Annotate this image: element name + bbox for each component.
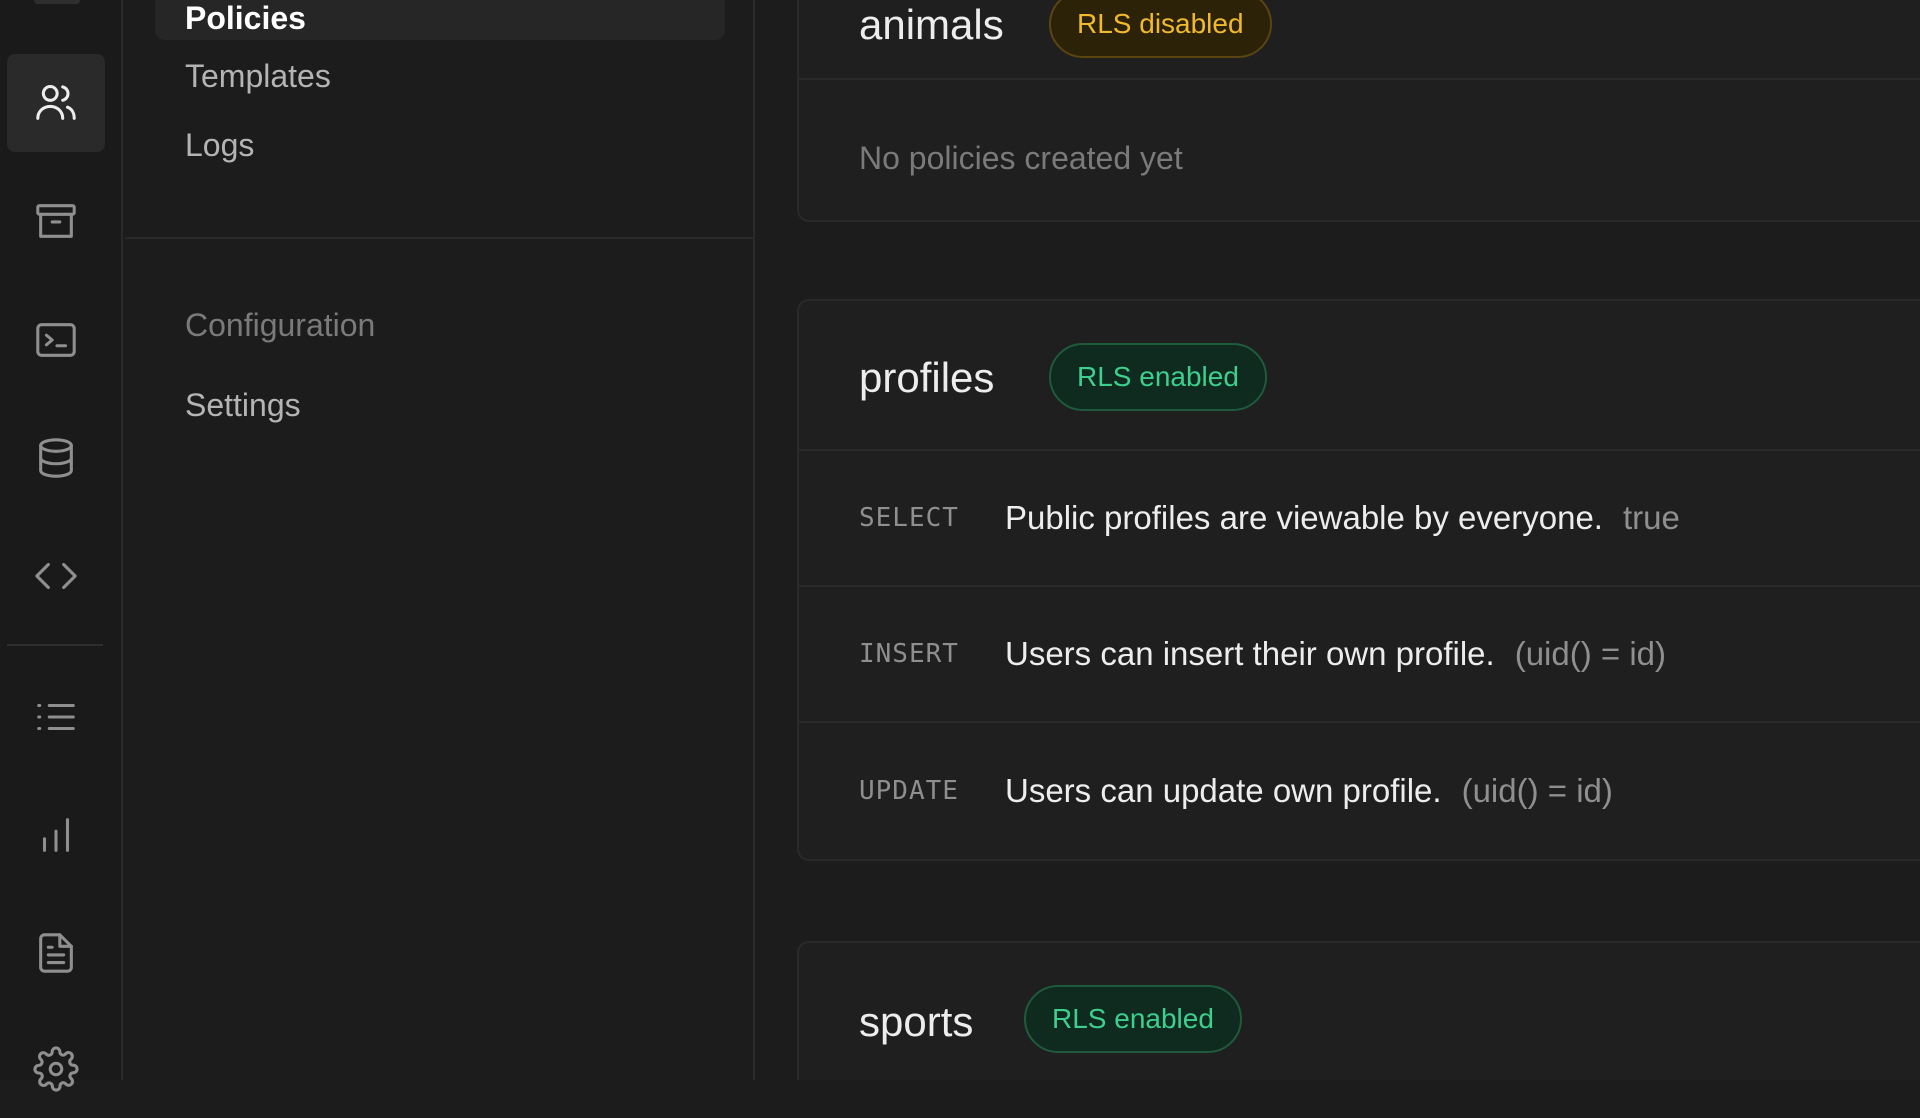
rail-storage-button[interactable]	[7, 172, 105, 270]
policy-definition: (uid() = id)	[1461, 772, 1613, 809]
menu-item-logs[interactable]: Logs	[155, 125, 725, 165]
menu-item-policies[interactable]: Policies	[155, 0, 725, 40]
menu-item-label: Logs	[185, 127, 255, 163]
policy-definition: (uid() = id)	[1514, 635, 1666, 672]
rail-docs-button[interactable]	[7, 904, 105, 1002]
icon-rail	[0, 0, 123, 1092]
document-icon	[39, 933, 73, 973]
terminal-icon	[36, 323, 76, 357]
rls-status-badge: RLS disabled	[1049, 0, 1272, 58]
archive-icon	[36, 204, 76, 238]
empty-policies-note: No policies created yet	[859, 140, 1183, 176]
table-card-profiles: profiles RLS enabled SELECT Public profi…	[797, 299, 1920, 861]
table-card-sports: sports RLS enabled	[797, 941, 1920, 1080]
table-card-header: animals RLS disabled	[799, 0, 1920, 80]
list-icon	[37, 703, 75, 731]
rail-api-button[interactable]	[7, 527, 105, 625]
menu-divider	[125, 237, 755, 239]
table-card-header: sports RLS enabled	[799, 943, 1920, 1080]
policy-row[interactable]: INSERT Users can insert their own profil…	[799, 587, 1920, 723]
code-icon	[35, 562, 77, 590]
rls-status-badge: RLS enabled	[1049, 343, 1267, 411]
rail-settings-button[interactable]	[7, 1020, 105, 1118]
policy-row[interactable]: UPDATE Users can update own profile. (ui…	[799, 723, 1920, 859]
rail-sql-editor-button[interactable]	[7, 291, 105, 389]
menu-item-label: Settings	[185, 387, 301, 423]
rail-reports-button[interactable]	[7, 786, 105, 884]
rail-database-button[interactable]	[7, 409, 105, 507]
table-name: profiles	[859, 354, 995, 401]
policies-main: animals RLS disabled No policies created…	[757, 0, 1920, 1080]
policy-command: SELECT	[859, 503, 959, 533]
policy-definition: true	[1622, 499, 1680, 536]
table-card-header: profiles RLS enabled	[799, 301, 1920, 451]
database-icon	[39, 438, 73, 478]
policy-row[interactable]: SELECT Public profiles are viewable by e…	[799, 451, 1920, 587]
policy-name: Users can update own profile.	[1005, 772, 1442, 809]
policy-name: Public profiles are viewable by everyone…	[1005, 499, 1603, 536]
menu-item-label: Policies	[185, 0, 306, 36]
rail-logs-button[interactable]	[7, 668, 105, 766]
rls-status-badge: RLS enabled	[1024, 985, 1242, 1053]
rail-users-button[interactable]	[7, 54, 105, 152]
table-name: sports	[859, 998, 974, 1045]
gear-icon	[33, 1046, 79, 1092]
table-name: animals	[859, 1, 1004, 48]
menu-item-settings[interactable]: Settings	[155, 385, 725, 425]
rail-top-item[interactable]	[34, 0, 80, 4]
users-icon	[36, 84, 76, 120]
bar-chart-icon	[42, 818, 70, 852]
menu-item-templates[interactable]: Templates	[155, 56, 725, 96]
policy-command: UPDATE	[859, 776, 959, 806]
policy-command: INSERT	[859, 639, 959, 669]
policy-name: Users can insert their own profile.	[1005, 635, 1495, 672]
rail-divider	[7, 644, 103, 646]
menu-section-heading: Configuration	[185, 307, 376, 343]
table-card-animals: animals RLS disabled No policies created…	[797, 0, 1920, 222]
auth-side-menu: Policies Templates Logs Configuration Se…	[125, 0, 755, 1080]
menu-item-label: Templates	[185, 58, 331, 94]
